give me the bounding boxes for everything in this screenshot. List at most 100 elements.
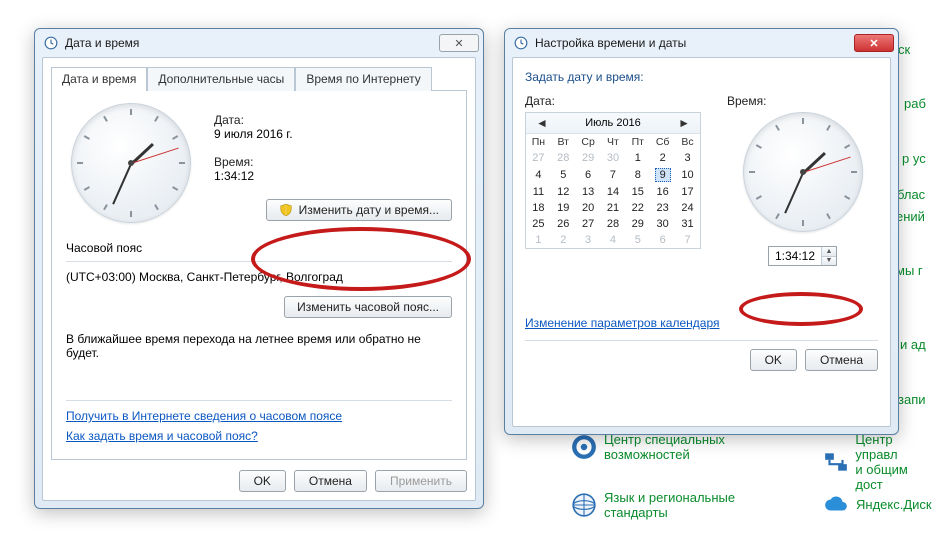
link-howto-set-time[interactable]: Как задать время и часовой пояс? <box>66 429 258 443</box>
change-timezone-button[interactable]: Изменить часовой пояс... <box>284 296 452 318</box>
calendar-day[interactable]: 7 <box>675 232 700 248</box>
calendar-day[interactable]: 25 <box>526 216 551 232</box>
bg-link-lang[interactable]: Язык и региональные стандарты <box>604 490 735 520</box>
calendar-day[interactable]: 23 <box>650 200 675 216</box>
calendar-day[interactable]: 11 <box>526 184 551 200</box>
cloud-icon <box>822 490 850 518</box>
calendar-day[interactable]: 26 <box>551 216 576 232</box>
close-button[interactable]: ✕ <box>439 34 479 52</box>
calendar-day[interactable]: 5 <box>551 166 576 184</box>
calendar-dow: Пн <box>526 134 551 150</box>
date-label: Дата: <box>525 94 701 108</box>
prev-month-button[interactable]: ◄ <box>532 116 552 130</box>
calendar-day[interactable]: 6 <box>576 166 601 184</box>
bg-text: раб <box>904 96 926 111</box>
calendar-day[interactable]: 2 <box>551 232 576 248</box>
calendar-day[interactable]: 20 <box>576 200 601 216</box>
apply-button[interactable]: Применить <box>375 470 467 492</box>
dst-note: В ближайшее время перехода на летнее вре… <box>66 332 452 360</box>
calendar-day[interactable]: 28 <box>601 216 626 232</box>
calendar-day[interactable]: 28 <box>551 150 576 166</box>
time-spinner[interactable]: ▲ ▼ <box>768 246 837 266</box>
network-icon <box>822 448 849 476</box>
link-timezone-online[interactable]: Получить в Интернете сведения о часовом … <box>66 409 342 423</box>
date-value: 9 июля 2016 г. <box>214 127 452 141</box>
calendar-dow: Чт <box>601 134 626 150</box>
calendar-day[interactable]: 9 <box>650 166 675 184</box>
calendar-day[interactable]: 2 <box>650 150 675 166</box>
time-input[interactable] <box>769 247 821 265</box>
datetime-window: Дата и время ✕ Дата и время Дополнительн… <box>34 28 484 509</box>
calendar-day[interactable]: 16 <box>650 184 675 200</box>
clock-icon <box>513 35 529 51</box>
calendar-day[interactable]: 30 <box>601 150 626 166</box>
calendar-day[interactable]: 10 <box>675 166 700 184</box>
calendar-day[interactable]: 30 <box>650 216 675 232</box>
cancel-button[interactable]: Отмена <box>294 470 367 492</box>
calendar-day[interactable]: 3 <box>675 150 700 166</box>
time-value: 1:34:12 <box>214 169 452 183</box>
link-calendar-settings[interactable]: Изменение параметров календаря <box>525 316 720 330</box>
spin-down-button[interactable]: ▼ <box>822 257 836 266</box>
ok-button[interactable]: OK <box>750 349 797 371</box>
calendar-day[interactable]: 4 <box>601 232 626 248</box>
calendar-dow: Ср <box>576 134 601 150</box>
calendar-day[interactable]: 5 <box>625 232 650 248</box>
calendar-day[interactable]: 24 <box>675 200 700 216</box>
bg-link-yadisk[interactable]: Яндекс.Диск <box>856 497 932 512</box>
bg-text: мы г <box>896 263 923 278</box>
time-label: Время: <box>727 94 878 108</box>
calendar-day[interactable]: 8 <box>625 166 650 184</box>
calendar-day[interactable]: 21 <box>601 200 626 216</box>
bg-text: р ус <box>902 151 926 166</box>
close-button[interactable]: ✕ <box>854 34 894 52</box>
calendar-dow: Пт <box>625 134 650 150</box>
calendar-day[interactable]: 17 <box>675 184 700 200</box>
calendar-day[interactable]: 3 <box>576 232 601 248</box>
next-month-button[interactable]: ► <box>674 116 694 130</box>
calendar-day[interactable]: 12 <box>551 184 576 200</box>
bg-link-accessibility[interactable]: Центр специальных возможностей <box>604 432 725 462</box>
window-title: Настройка времени и даты <box>535 36 686 50</box>
set-datetime-window: Настройка времени и даты ✕ Задать дату и… <box>504 28 899 435</box>
calendar-day[interactable]: 29 <box>625 216 650 232</box>
cancel-button[interactable]: Отмена <box>805 349 878 371</box>
calendar-day[interactable]: 1 <box>526 232 551 248</box>
analog-clock <box>743 112 863 232</box>
tab-internet-time[interactable]: Время по Интернету <box>295 67 431 91</box>
calendar-day[interactable]: 22 <box>625 200 650 216</box>
spin-up-button[interactable]: ▲ <box>822 247 836 257</box>
calendar-day[interactable]: 27 <box>576 216 601 232</box>
bg-link-manage[interactable]: Центр управл и общим дост <box>855 432 937 492</box>
calendar-day[interactable]: 14 <box>601 184 626 200</box>
calendar-day[interactable]: 6 <box>650 232 675 248</box>
tab-datetime[interactable]: Дата и время <box>51 67 147 91</box>
calendar-dow: Вс <box>675 134 700 150</box>
calendar-day[interactable]: 29 <box>576 150 601 166</box>
calendar-month-title: Июль 2016 <box>585 117 641 129</box>
calendar-dow: Вт <box>551 134 576 150</box>
calendar-day[interactable]: 7 <box>601 166 626 184</box>
calendar-dow: Сб <box>650 134 675 150</box>
calendar[interactable]: ◄ Июль 2016 ► ПнВтСрЧтПтСбВс 27282930123… <box>525 112 701 249</box>
tab-additional-clocks[interactable]: Дополнительные часы <box>147 67 295 91</box>
calendar-day[interactable]: 1 <box>625 150 650 166</box>
calendar-day[interactable]: 31 <box>675 216 700 232</box>
calendar-day[interactable]: 4 <box>526 166 551 184</box>
bg-text: ск <box>898 42 910 57</box>
calendar-day[interactable]: 27 <box>526 150 551 166</box>
calendar-day[interactable]: 18 <box>526 200 551 216</box>
shield-icon <box>279 203 293 217</box>
ok-button[interactable]: OK <box>239 470 286 492</box>
accessibility-icon <box>570 433 598 461</box>
analog-clock <box>71 103 191 223</box>
calendar-day[interactable]: 15 <box>625 184 650 200</box>
window-title: Дата и время <box>65 36 139 50</box>
calendar-day[interactable]: 13 <box>576 184 601 200</box>
clock-icon <box>43 35 59 51</box>
calendar-day[interactable]: 19 <box>551 200 576 216</box>
bg-text: и ад <box>900 337 926 352</box>
time-label: Время: <box>214 155 452 169</box>
globe-icon <box>570 491 598 519</box>
change-datetime-button[interactable]: Изменить дату и время... <box>266 199 452 221</box>
